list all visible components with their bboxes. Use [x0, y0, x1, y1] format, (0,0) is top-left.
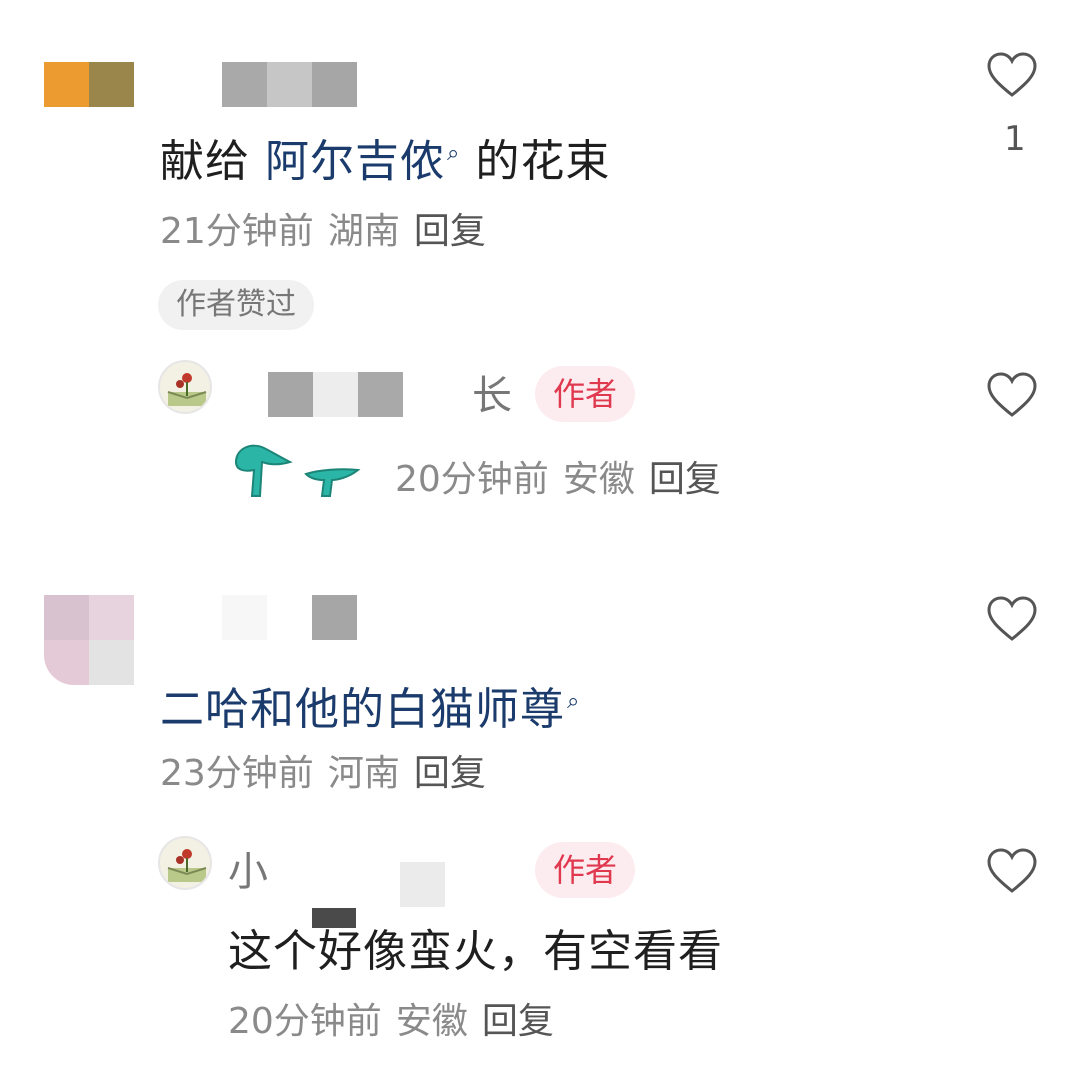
timestamp: 20分钟前	[395, 459, 549, 500]
username[interactable]	[222, 595, 357, 640]
location: 安徽	[395, 1001, 468, 1042]
timestamp: 23分钟前	[160, 753, 314, 794]
timestamp: 20分钟前	[228, 1001, 382, 1042]
comment-text: 二哈和他的白猫师尊⌕	[160, 688, 580, 732]
reply-button[interactable]: 回复	[414, 753, 486, 794]
author-liked-badge: 作者赞过	[158, 280, 314, 330]
comment-meta: 20分钟前 安徽 回复	[228, 1004, 554, 1040]
location: 河南	[327, 753, 400, 794]
username-mosaic	[312, 908, 356, 928]
timestamp: 21分钟前	[160, 211, 314, 252]
username-mosaic	[400, 862, 445, 907]
heart-outline-icon[interactable]	[987, 596, 1037, 642]
avatar[interactable]	[158, 836, 212, 890]
reply-button[interactable]: 回复	[414, 211, 486, 252]
comment-text: 献给 阿尔吉侬⌕ 的花束	[160, 136, 611, 187]
author-badge: 作者	[535, 366, 636, 422]
like-count: 1	[1004, 119, 1026, 159]
avatar[interactable]	[44, 595, 134, 685]
search-icon: ⌕	[567, 689, 581, 715]
username-suffix: 长	[472, 373, 512, 419]
sprout-sticker-icon	[234, 444, 361, 497]
username[interactable]	[222, 62, 357, 107]
comment-meta: 21分钟前 湖南 回复	[160, 214, 486, 250]
heart-outline-icon[interactable]	[987, 848, 1037, 894]
username[interactable]	[268, 372, 403, 417]
topic-link[interactable]: 二哈和他的白猫师尊⌕	[160, 684, 580, 735]
book-flower-icon	[167, 373, 207, 406]
avatar[interactable]	[44, 62, 134, 107]
heart-outline-icon[interactable]	[987, 52, 1037, 98]
username-prefix: 小	[228, 849, 268, 895]
comment-text: 这个好像蛮火，有空看看	[228, 926, 723, 977]
search-icon: ⌕	[447, 141, 461, 167]
heart-outline-icon[interactable]	[987, 372, 1037, 418]
author-badge: 作者	[535, 842, 636, 898]
book-flower-icon	[167, 849, 207, 882]
comment-meta: 20分钟前 安徽 回复	[395, 462, 721, 498]
comment-meta: 23分钟前 河南 回复	[160, 756, 486, 792]
avatar[interactable]	[158, 360, 212, 414]
location: 湖南	[327, 211, 400, 252]
reply-button[interactable]: 回复	[649, 459, 721, 500]
topic-link[interactable]: 阿尔吉侬⌕	[265, 136, 460, 187]
reply-button[interactable]: 回复	[482, 1001, 554, 1042]
location: 安徽	[562, 459, 635, 500]
